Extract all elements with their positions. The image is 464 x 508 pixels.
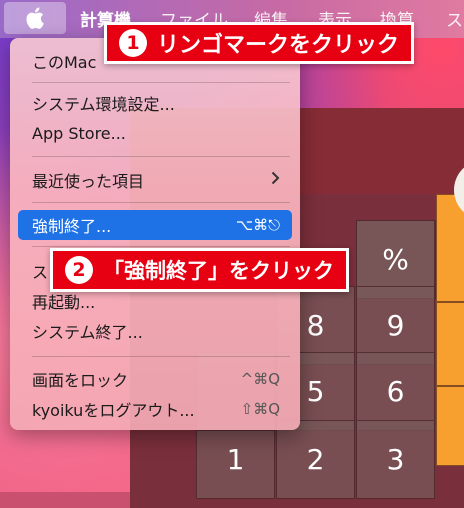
menu-item-label: ス	[32, 263, 49, 282]
menu-separator	[32, 202, 290, 203]
menu-separator	[32, 356, 290, 357]
menu-separator	[32, 246, 290, 247]
menu-item-label: 強制終了...	[32, 217, 112, 236]
callout-text: リンゴマークをクリック	[157, 33, 400, 58]
calculator-key-2[interactable]: 2	[276, 420, 355, 499]
menu-item-label: App Store...	[32, 123, 126, 143]
callout-step-2: 2 「強制終了」をクリック	[50, 248, 349, 292]
menu-item-recent-items[interactable]: 最近使った項目	[18, 165, 292, 195]
menu-item-label: 最近使った項目	[32, 172, 145, 191]
menubar-item-more[interactable]: ス	[446, 6, 463, 31]
menu-item-label: このMac	[32, 53, 97, 72]
menu-item-force-quit[interactable]: 強制終了... ⌥⌘⎋	[18, 210, 292, 240]
calculator-operator-key[interactable]	[436, 194, 464, 302]
menu-item-label: システム終了...	[32, 323, 143, 342]
chevron-right-icon	[271, 171, 280, 189]
menu-item-shut-down[interactable]: システム終了...	[18, 316, 292, 346]
menu-item-shortcut: ^⌘Q	[240, 370, 280, 388]
menu-item-app-store[interactable]: App Store...	[18, 118, 292, 148]
calculator-operator-key[interactable]	[436, 386, 464, 466]
callout-step-1: 1 リンゴマークをクリック	[104, 22, 415, 64]
step-number-badge: 2	[65, 256, 93, 284]
calculator-key-3[interactable]: 3	[356, 420, 435, 499]
apple-logo-icon	[26, 7, 44, 29]
calculator-operator-key[interactable]	[436, 302, 464, 386]
menu-item-label: システム環境設定...	[32, 95, 175, 114]
menu-item-shortcut: ⇧⌘Q	[240, 400, 280, 418]
menu-item-shortcut: ⌥⌘⎋	[235, 216, 280, 234]
menu-item-label: 再起動...	[32, 293, 96, 312]
apple-menu-button[interactable]	[4, 2, 66, 34]
step-number-badge: 1	[119, 29, 147, 57]
menu-item-lock-screen[interactable]: 画面をロック ^⌘Q	[18, 364, 292, 394]
apple-menu: このMac システム環境設定... App Store... 最近使った項目 強…	[10, 38, 300, 430]
callout-text: 「強制終了」をクリック	[103, 259, 334, 283]
calculator-key-1[interactable]: 1	[196, 420, 275, 499]
menu-separator	[32, 156, 290, 157]
menu-item-system-preferences[interactable]: システム環境設定...	[18, 88, 292, 118]
menu-item-label: 画面をロック	[32, 371, 129, 390]
menu-item-label: kyoikuをログアウト...	[32, 401, 195, 420]
menu-separator	[32, 82, 290, 83]
menu-item-log-out[interactable]: kyoikuをログアウト... ⇧⌘Q	[18, 394, 292, 424]
